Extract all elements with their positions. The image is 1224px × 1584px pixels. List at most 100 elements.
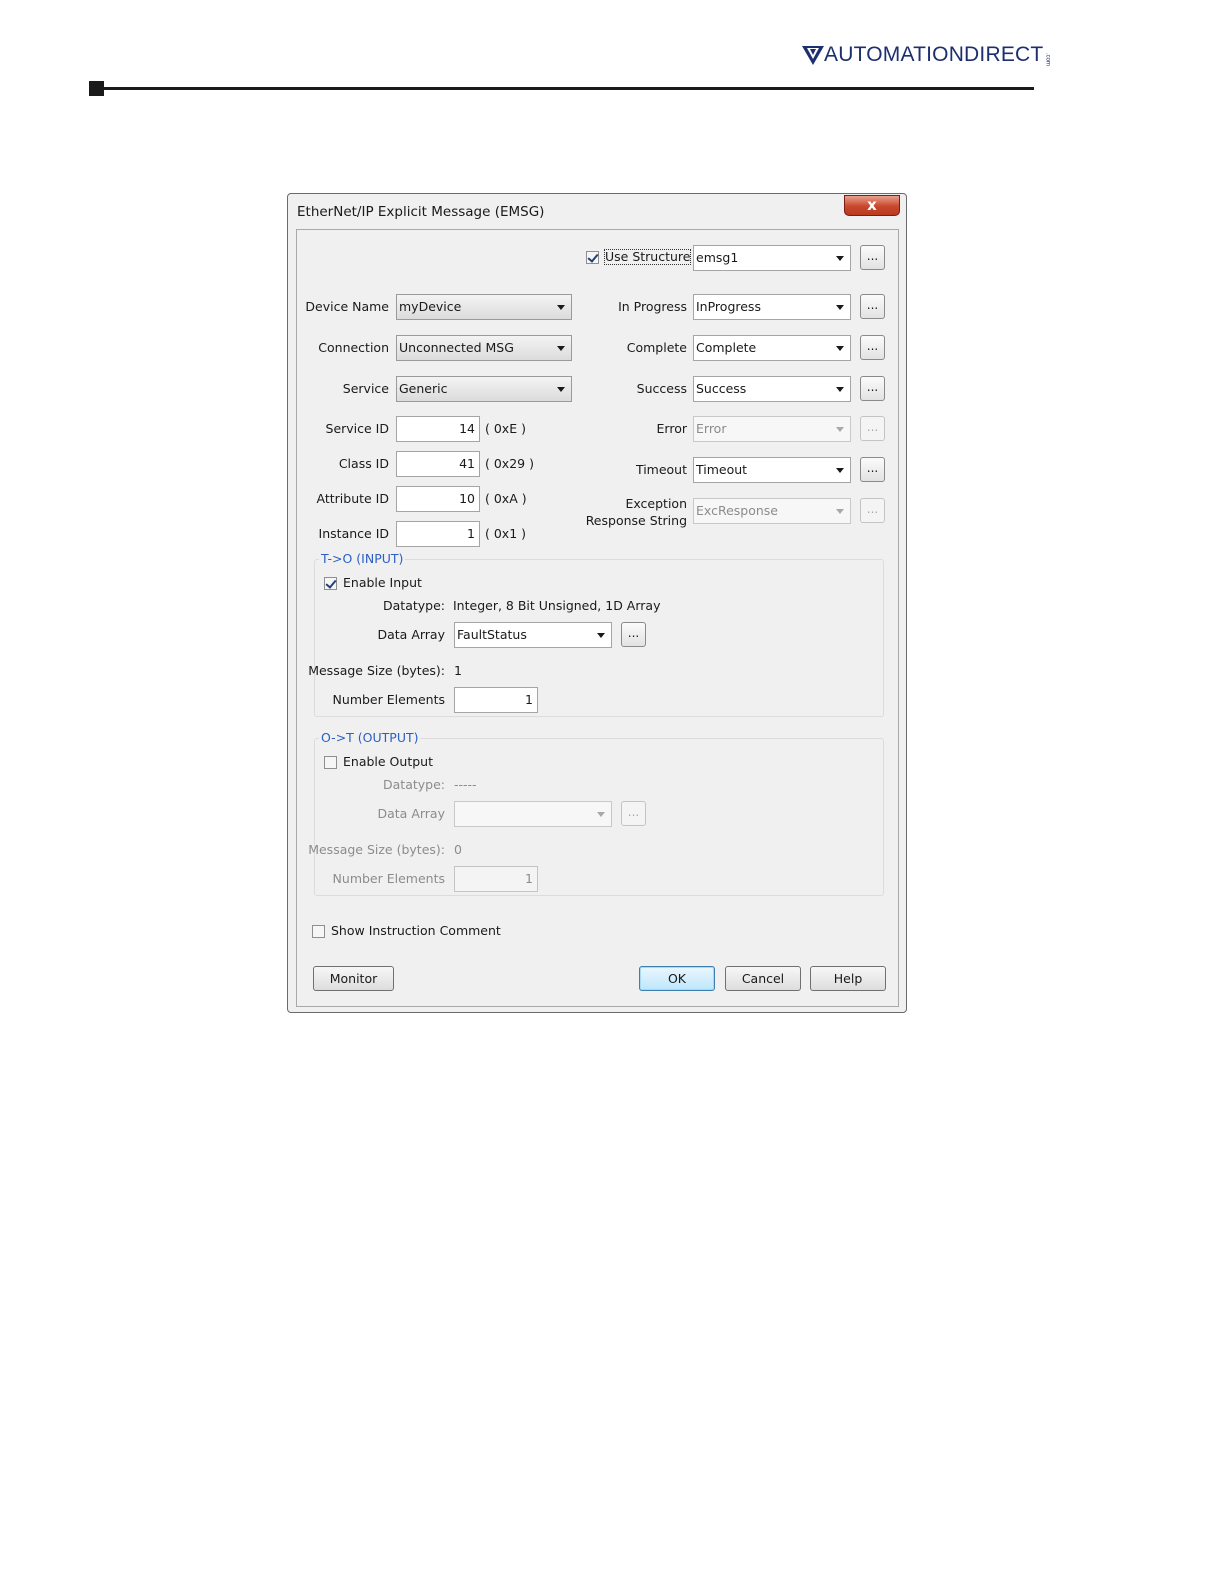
chevron-down-icon [836, 509, 844, 514]
output-message-size-label: Message Size (bytes): [308, 842, 445, 857]
in-progress-value: InProgress [696, 299, 761, 314]
dialog-title: EtherNet/IP Explicit Message (EMSG) [297, 204, 545, 220]
header-rule [104, 87, 1034, 90]
attribute-id-label: Attribute ID [316, 491, 389, 506]
cancel-button[interactable]: Cancel [725, 966, 801, 991]
service-id-hex: ( 0xE ) [485, 421, 526, 436]
service-value: Generic [399, 381, 448, 396]
dialog-client: Use Structure emsg1 ... Device Name myDe… [296, 229, 899, 1007]
output-number-elements-input: 1 [454, 866, 538, 892]
output-data-array-browse-button: ... [621, 801, 646, 826]
output-message-size-value: 0 [454, 842, 462, 857]
error-label: Error [656, 421, 687, 436]
chevron-down-icon [557, 305, 565, 310]
chevron-down-icon [836, 468, 844, 473]
output-data-array-label: Data Array [377, 806, 446, 821]
exception-label-line2: Response String [585, 513, 687, 528]
chevron-down-icon [597, 633, 605, 638]
complete-select[interactable]: Complete [693, 335, 851, 361]
output-datatype-label: Datatype: [383, 777, 445, 792]
in-progress-select[interactable]: InProgress [693, 294, 851, 320]
service-label: Service [342, 381, 389, 396]
emsg-dialog: EtherNet/IP Explicit Message (EMSG) x Us… [287, 193, 907, 1013]
timeout-select[interactable]: Timeout [693, 457, 851, 483]
class-id-hex: ( 0x29 ) [485, 456, 534, 471]
show-comment-checkbox[interactable] [312, 925, 325, 938]
error-value: Error [696, 421, 727, 436]
success-value: Success [696, 381, 747, 396]
input-data-array-label: Data Array [377, 627, 446, 642]
enable-input-label[interactable]: Enable Input [343, 576, 422, 590]
error-select: Error [693, 416, 851, 442]
service-id-input[interactable]: 14 [396, 416, 480, 442]
chevron-down-icon [836, 346, 844, 351]
monitor-button[interactable]: Monitor [313, 966, 394, 991]
device-name-select[interactable]: myDevice [396, 294, 572, 320]
input-group-title: T->O (INPUT) [319, 551, 406, 566]
complete-browse-button[interactable]: ... [860, 335, 885, 360]
exception-browse-button: ... [860, 498, 885, 523]
connection-select[interactable]: Unconnected MSG [396, 335, 572, 361]
chevron-down-icon [836, 427, 844, 432]
class-id-label: Class ID [338, 456, 389, 471]
dialog-titlebar[interactable]: EtherNet/IP Explicit Message (EMSG) x [288, 194, 906, 228]
show-comment-label[interactable]: Show Instruction Comment [331, 924, 501, 938]
exception-value: ExcResponse [696, 503, 778, 518]
use-structure-browse-button[interactable]: ... [860, 245, 885, 270]
connection-value: Unconnected MSG [399, 340, 514, 355]
error-browse-button: ... [860, 416, 885, 441]
chevron-down-icon [557, 346, 565, 351]
brand-logo: AUTOMATIONDIRECT .com [802, 42, 1050, 66]
service-id-label: Service ID [325, 421, 389, 436]
success-browse-button[interactable]: ... [860, 376, 885, 401]
use-structure-value: emsg1 [696, 250, 739, 265]
complete-label: Complete [626, 340, 687, 355]
input-data-array-value: FaultStatus [457, 627, 527, 642]
attribute-id-hex: ( 0xA ) [485, 491, 527, 506]
help-button[interactable]: Help [810, 966, 886, 991]
timeout-label: Timeout [635, 462, 687, 477]
enable-output-label[interactable]: Enable Output [343, 755, 433, 769]
input-message-size-label: Message Size (bytes): [308, 663, 445, 678]
instance-id-input[interactable]: 1 [396, 521, 480, 547]
header-marker [89, 81, 104, 96]
logo-mark-icon [802, 46, 824, 65]
service-select[interactable]: Generic [396, 376, 572, 402]
enable-output-checkbox[interactable] [324, 756, 337, 769]
chevron-down-icon [836, 387, 844, 392]
success-select[interactable]: Success [693, 376, 851, 402]
chevron-down-icon [557, 387, 565, 392]
device-name-label: Device Name [305, 299, 389, 314]
class-id-input[interactable]: 41 [396, 451, 480, 477]
chevron-down-icon [597, 812, 605, 817]
output-number-elements-label: Number Elements [332, 871, 445, 886]
input-datatype-value: Integer, 8 Bit Unsigned, 1D Array [453, 598, 661, 613]
input-data-array-browse-button[interactable]: ... [621, 622, 646, 647]
attribute-id-input[interactable]: 10 [396, 486, 480, 512]
exception-select: ExcResponse [693, 498, 851, 524]
complete-value: Complete [696, 340, 757, 355]
instance-id-hex: ( 0x1 ) [485, 526, 527, 541]
use-structure-select[interactable]: emsg1 [693, 245, 851, 271]
use-structure-label[interactable]: Use Structure [603, 249, 692, 265]
close-button[interactable]: x [844, 195, 900, 216]
connection-label: Connection [318, 340, 389, 355]
in-progress-browse-button[interactable]: ... [860, 294, 885, 319]
device-name-value: myDevice [399, 299, 462, 314]
output-data-array-select [454, 801, 612, 827]
logo-suffix: .com [1044, 52, 1051, 66]
input-number-elements-input[interactable]: 1 [454, 687, 538, 713]
use-structure-checkbox[interactable] [586, 251, 599, 264]
timeout-value: Timeout [696, 462, 748, 477]
enable-input-checkbox[interactable] [324, 577, 337, 590]
input-data-array-select[interactable]: FaultStatus [454, 622, 612, 648]
ok-button[interactable]: OK [639, 966, 715, 991]
timeout-browse-button[interactable]: ... [860, 457, 885, 482]
logo-text: AUTOMATIONDIRECT [824, 43, 1044, 66]
chevron-down-icon [836, 256, 844, 261]
output-group-title: O->T (OUTPUT) [319, 730, 421, 745]
input-number-elements-label: Number Elements [332, 692, 445, 707]
input-datatype-label: Datatype: [383, 598, 445, 613]
chevron-down-icon [836, 305, 844, 310]
instance-id-label: Instance ID [318, 526, 389, 541]
